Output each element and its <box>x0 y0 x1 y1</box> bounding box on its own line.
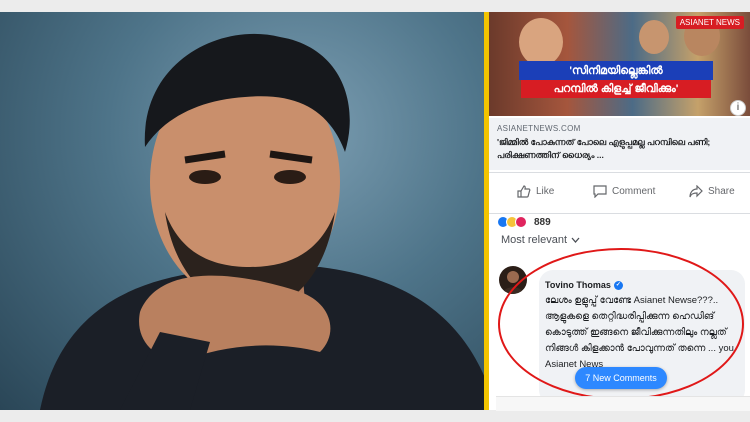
channel-logo: ASIANET NEWS <box>675 16 744 29</box>
portrait-photo <box>0 12 496 410</box>
new-comments-button[interactable]: 7 New Comments <box>575 367 667 389</box>
chevron-down-icon <box>571 237 580 243</box>
avatar[interactable] <box>499 266 527 294</box>
thumbnail-caption: 'സിനിമയില്ലെങ്കിൽ <box>519 61 713 80</box>
share-button[interactable]: Share <box>689 185 735 198</box>
comment-text: ലേശം ഉളുപ്പ് വേണ്ടേ Asianet Newse???.. ആ… <box>545 295 734 370</box>
link-preview[interactable]: ASIANETNEWS.COM 'ജിമ്മിൽ പോകുന്നത് പോലെ … <box>489 118 750 170</box>
post-actions: Like Comment Share <box>489 172 750 214</box>
thumbs-up-icon <box>517 185 531 198</box>
facebook-post: ASIANET NEWS 'സിനിമയില്ലെങ്കിൽ പറമ്പിൽ ക… <box>489 12 750 410</box>
share-icon <box>689 185 703 198</box>
comment-sort-dropdown[interactable]: Most relevant <box>501 234 580 246</box>
news-thumbnail[interactable]: ASIANET NEWS 'സിനിമയില്ലെങ്കിൽ പറമ്പിൽ ക… <box>489 12 750 116</box>
next-comment-strip <box>496 396 750 411</box>
reaction-count: 889 <box>534 216 551 228</box>
sort-label: Most relevant <box>501 234 568 246</box>
author-name: Tovino Thomas <box>545 280 611 290</box>
comment-icon <box>593 185 607 198</box>
info-icon[interactable]: i <box>730 100 746 116</box>
verified-badge-icon: ✓ <box>613 280 623 290</box>
share-label: Share <box>708 186 735 197</box>
comment-author[interactable]: Tovino Thomas ✓ <box>545 280 623 290</box>
thumbnail-caption-2: പറമ്പിൽ കിളച്ച് ജീവിക്കും' <box>521 80 711 98</box>
love-reaction-icon <box>515 216 527 228</box>
like-button[interactable]: Like <box>517 185 554 198</box>
comment-button[interactable]: Comment <box>593 185 655 198</box>
link-headline: 'ജിമ്മിൽ പോകുന്നത് പോലെ എളുപ്പമല്ല പറമ്പ… <box>497 137 711 160</box>
like-label: Like <box>536 186 555 197</box>
link-source: ASIANETNEWS.COM <box>497 124 581 133</box>
reaction-summary[interactable]: 889 <box>497 216 551 228</box>
comment-label: Comment <box>612 186 656 197</box>
